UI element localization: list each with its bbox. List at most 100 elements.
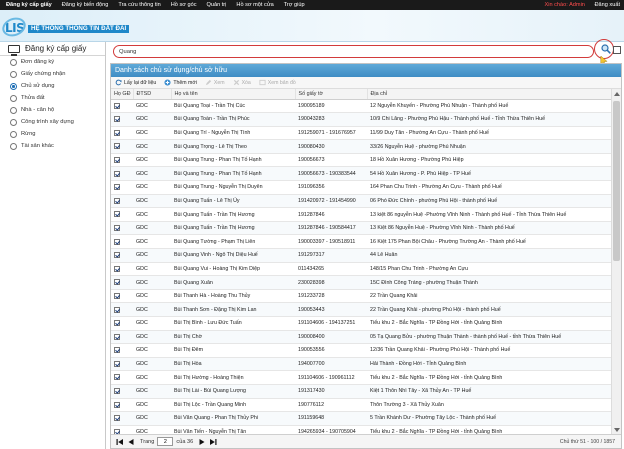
search-icon[interactable] bbox=[601, 44, 611, 54]
table-row[interactable]: GDC Bùi Thị Đêm 190053556 12/36 Trần Quang … bbox=[111, 343, 621, 358]
row-checkbox-cell[interactable] bbox=[111, 153, 133, 168]
radio-button-icon[interactable] bbox=[10, 118, 17, 126]
table-row[interactable]: GDC Bùi Quang Vui - Hoàng Thị Kim Diệp 011… bbox=[111, 262, 621, 277]
row-checkbox-cell[interactable] bbox=[111, 411, 133, 426]
row-checkbox-cell[interactable] bbox=[111, 316, 133, 331]
table-row[interactable]: GDC Bùi Quang Vinh - Ngô Thị Diệu Huế 1912… bbox=[111, 248, 621, 263]
prev-page-button[interactable] bbox=[126, 437, 135, 446]
row-checkbox[interactable] bbox=[114, 252, 120, 259]
row-checkbox-cell[interactable] bbox=[111, 234, 133, 250]
row-checkbox[interactable] bbox=[114, 184, 120, 191]
row-checkbox-cell[interactable] bbox=[111, 289, 133, 304]
table-row[interactable]: GDC Bùi Văn Quang - Phan Thị Thủy Phi 1911… bbox=[111, 411, 621, 426]
table-row[interactable]: GDC Bùi Thị Lài - Bùi Quang Lượng 19131743… bbox=[111, 384, 621, 399]
table-row[interactable]: GDC Bùi Quang Xuân 230028398 15C Đình Công … bbox=[111, 275, 621, 290]
scroll-up-icon[interactable] bbox=[614, 92, 620, 96]
table-row[interactable]: GDC Bùi Quang Tuấn - Lê Thị Úy 191420972 -… bbox=[111, 194, 621, 209]
radio-button-icon[interactable] bbox=[10, 130, 17, 138]
row-checkbox[interactable] bbox=[114, 360, 120, 367]
row-checkbox-cell[interactable] bbox=[111, 166, 133, 182]
row-checkbox[interactable] bbox=[114, 388, 120, 395]
table-row[interactable]: GDC Bùi Quang Trí - Nguyễn Thị Tình 191259… bbox=[111, 126, 621, 141]
row-checkbox[interactable] bbox=[114, 265, 120, 272]
column-header-check[interactable]: Họ GĐ bbox=[111, 89, 134, 100]
page-number-input[interactable] bbox=[157, 437, 174, 446]
sidebar-item[interactable]: Chủ sử dụng bbox=[0, 80, 105, 92]
search-box[interactable] bbox=[113, 45, 594, 58]
row-checkbox-cell[interactable] bbox=[111, 384, 133, 399]
table-row[interactable]: GDC Bùi Thị Bình - Lưu Đức Tuấn 191104606 … bbox=[111, 316, 621, 331]
table-row[interactable]: GDC Bùi Quang Trung - Nguyễn Thị Duyên 191… bbox=[111, 180, 621, 195]
row-checkbox-cell[interactable] bbox=[111, 99, 133, 114]
scroll-thumb[interactable] bbox=[613, 101, 620, 261]
menu-ho-so-goc[interactable]: Hồ sơ góc bbox=[166, 0, 202, 10]
table-row[interactable]: GDC Bùi Thanh Hà - Hoàng Thu Thủy 19123372… bbox=[111, 289, 621, 304]
table-row[interactable]: GDC Bùi Thị Hòa 194007700 Hải Thành - Đồng … bbox=[111, 357, 621, 372]
view-map-button[interactable]: Xem bản đồ bbox=[259, 79, 296, 86]
sidebar-item[interactable]: Giấy chứng nhận bbox=[0, 68, 105, 80]
row-checkbox-cell[interactable] bbox=[111, 302, 133, 317]
column-header-address[interactable]: Địa chỉ bbox=[367, 89, 621, 100]
menu-dang-ky-cap-giay[interactable]: Đăng ký cấp giấy bbox=[0, 0, 57, 10]
column-header-type[interactable]: ĐTSD bbox=[133, 89, 172, 100]
menu-dang-ky-bien-dong[interactable]: Đăng ký biến động bbox=[57, 0, 114, 10]
row-checkbox-cell[interactable] bbox=[111, 398, 133, 413]
row-checkbox[interactable] bbox=[114, 197, 120, 204]
sidebar-item[interactable]: Thửa đất bbox=[0, 92, 105, 104]
radio-button-icon[interactable] bbox=[10, 142, 17, 150]
sidebar-item[interactable]: Nhà - căn hộ bbox=[0, 104, 105, 116]
row-checkbox[interactable] bbox=[114, 156, 120, 163]
row-checkbox[interactable] bbox=[114, 415, 120, 422]
row-checkbox-cell[interactable] bbox=[111, 180, 133, 195]
table-scrollbar[interactable] bbox=[611, 89, 621, 435]
row-checkbox[interactable] bbox=[114, 374, 120, 381]
row-checkbox[interactable] bbox=[114, 333, 120, 340]
advanced-search-checkbox[interactable] bbox=[613, 46, 621, 54]
row-checkbox[interactable] bbox=[114, 102, 120, 109]
column-header-cert[interactable]: Số giấy tờ bbox=[295, 89, 368, 100]
search-input[interactable] bbox=[114, 46, 593, 57]
row-checkbox-cell[interactable] bbox=[111, 370, 133, 385]
row-checkbox[interactable] bbox=[114, 306, 120, 313]
table-row[interactable]: GDC Bùi Quang Trung - Phan Thị Tố Hạnh 190… bbox=[111, 153, 621, 168]
row-checkbox[interactable] bbox=[114, 211, 120, 218]
row-checkbox-cell[interactable] bbox=[111, 248, 133, 263]
row-checkbox-cell[interactable] bbox=[111, 139, 133, 154]
row-checkbox-cell[interactable] bbox=[111, 357, 133, 372]
delete-button[interactable]: Xóa bbox=[233, 79, 251, 86]
radio-button-icon[interactable] bbox=[10, 82, 17, 90]
row-checkbox-cell[interactable] bbox=[111, 330, 133, 345]
radio-button-icon[interactable] bbox=[10, 58, 17, 66]
row-checkbox-cell[interactable] bbox=[111, 207, 133, 222]
radio-button-icon[interactable] bbox=[10, 70, 17, 78]
row-checkbox[interactable] bbox=[114, 224, 120, 231]
row-checkbox[interactable] bbox=[114, 292, 120, 299]
row-checkbox-cell[interactable] bbox=[111, 275, 133, 290]
row-checkbox-cell[interactable] bbox=[111, 112, 133, 127]
sidebar-item[interactable]: Đơn đăng ký bbox=[0, 56, 105, 68]
reload-button[interactable]: Lấy lại dữ liệu bbox=[115, 79, 156, 86]
menu-quan-tri[interactable]: Quản trị bbox=[202, 0, 232, 10]
row-checkbox-cell[interactable] bbox=[111, 126, 133, 141]
row-checkbox[interactable] bbox=[114, 320, 120, 327]
logout-link[interactable]: Đăng xuất bbox=[595, 2, 621, 8]
row-checkbox[interactable] bbox=[114, 143, 120, 150]
sidebar-item[interactable]: Công trình xây dựng bbox=[0, 116, 105, 128]
table-row[interactable]: GDC Bùi Quang Trọng - Lê Thị Theo 19008043… bbox=[111, 139, 621, 154]
first-page-button[interactable] bbox=[115, 437, 124, 446]
view-button[interactable]: Xem bbox=[205, 79, 225, 86]
row-checkbox[interactable] bbox=[114, 129, 120, 136]
table-row[interactable]: GDC Bùi Quang Tường - Phạm Thị Liên 190003… bbox=[111, 234, 621, 250]
row-checkbox[interactable] bbox=[114, 238, 120, 245]
table-row[interactable]: GDC Bùi Quang Toàn - Trần Thị Phúc 1900432… bbox=[111, 112, 621, 127]
radio-button-icon[interactable] bbox=[10, 94, 17, 102]
table-row[interactable]: GDC Bùi Thị Hường - Hoàng Thiện 191104606 … bbox=[111, 370, 621, 385]
menu-tra-cuu-thong-tin[interactable]: Tra cứu thông tin bbox=[113, 0, 165, 10]
row-checkbox[interactable] bbox=[114, 401, 120, 408]
table-row[interactable]: GDC Bùi Thị Lộc - Trần Quang Minh 19077611… bbox=[111, 398, 621, 413]
row-checkbox-cell[interactable] bbox=[111, 221, 133, 236]
table-row[interactable]: GDC Bùi Thị Chờ 190008400 05 Tạ Quang Bửu -… bbox=[111, 330, 621, 345]
scroll-down-icon[interactable] bbox=[614, 428, 620, 432]
row-checkbox[interactable] bbox=[114, 347, 120, 354]
row-checkbox[interactable] bbox=[114, 170, 120, 177]
